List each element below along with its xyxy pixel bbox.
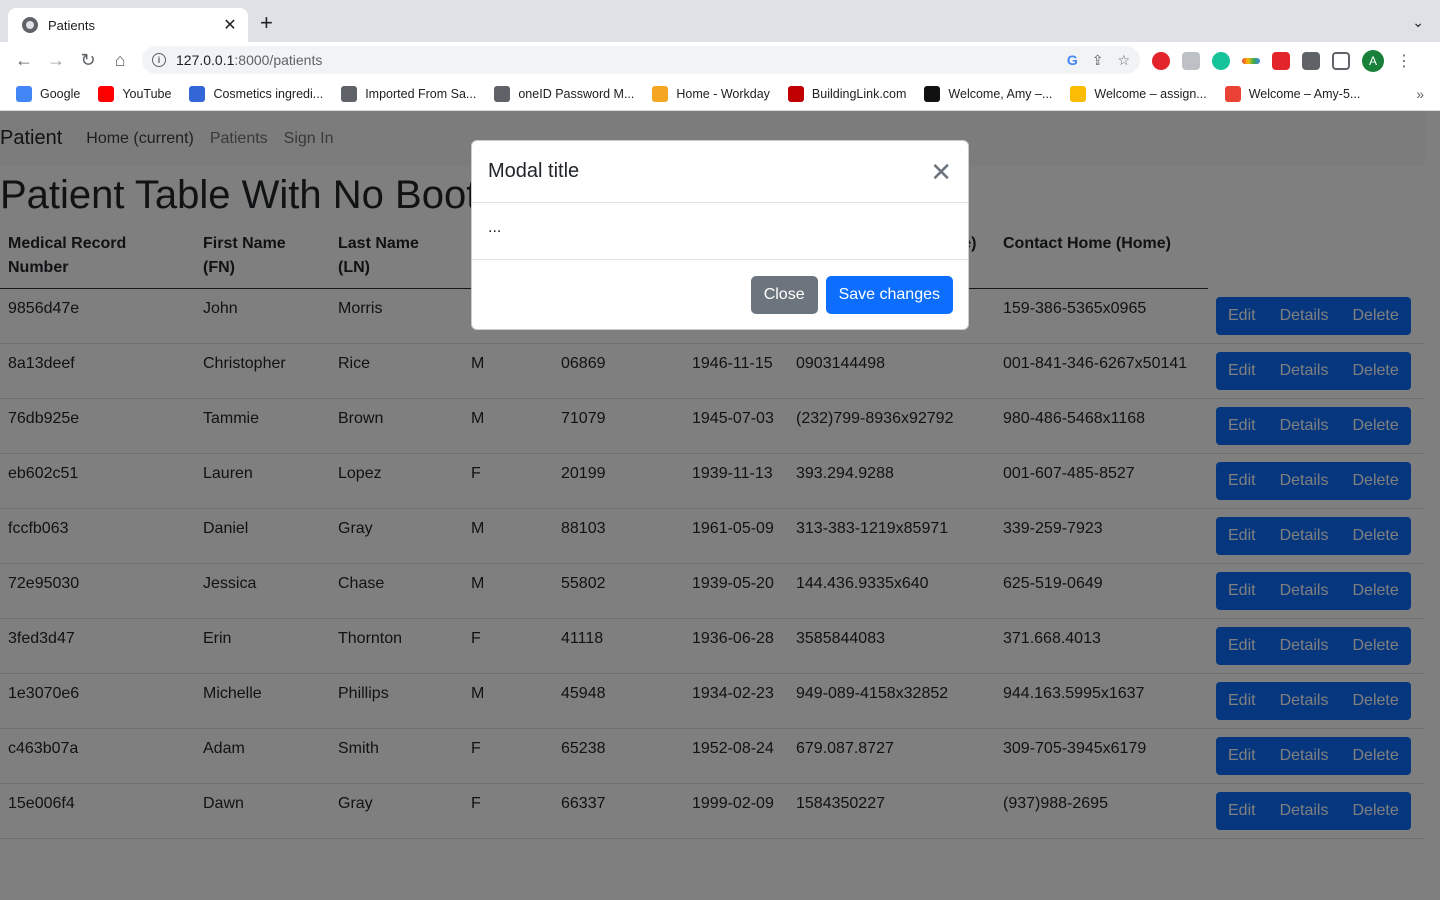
forward-icon[interactable]: → — [40, 44, 72, 76]
bookmark-favicon-icon — [16, 86, 32, 102]
bookmark-item[interactable]: Welcome – assign... — [1070, 86, 1207, 102]
bookmarks-bar: Google YouTube Cosmetics ingredi... Importe… — [0, 78, 1440, 111]
new-tab-button[interactable]: + — [260, 12, 273, 34]
side-panel-icon[interactable] — [1332, 52, 1350, 70]
bookmark-item[interactable]: Cosmetics ingredi... — [189, 86, 323, 102]
home-icon[interactable]: ⌂ — [104, 44, 136, 76]
bookmark-label: Welcome – Amy-5... — [1248, 87, 1361, 101]
share-icon[interactable]: ⇪ — [1092, 52, 1104, 69]
bookmark-label: Welcome – assign... — [1094, 87, 1207, 101]
bookmark-item[interactable]: Home - Workday — [652, 86, 770, 102]
browser-toolbar: ← → ↻ ⌂ i 127.0.0.1:8000/patients G ⇪ ☆ … — [0, 42, 1440, 78]
bookmark-item[interactable]: oneID Password M... — [494, 86, 634, 102]
extension-icon[interactable] — [1182, 52, 1200, 70]
save-changes-button[interactable]: Save changes — [825, 276, 953, 314]
bookmark-favicon-icon — [1224, 86, 1241, 102]
bookmark-favicon-icon — [98, 86, 115, 102]
bookmark-favicon-icon — [924, 86, 941, 102]
modal-dialog: Modal title ✕ ... Close Save changes — [471, 140, 969, 330]
bookmark-favicon-icon — [1070, 86, 1087, 102]
modal-header: Modal title ✕ — [472, 141, 968, 203]
video-extension-icon[interactable] — [1272, 52, 1290, 70]
menu-kebab-icon[interactable]: ⋮ — [1396, 51, 1412, 71]
bookmark-item[interactable]: Imported From Sa... — [341, 86, 476, 102]
back-icon[interactable]: ← — [8, 44, 40, 76]
site-info-icon[interactable]: i — [152, 53, 166, 67]
rainbow-extension-icon[interactable] — [1242, 58, 1260, 64]
opera-extension-icon[interactable] — [1152, 52, 1170, 70]
modal-body: ... — [472, 203, 968, 260]
close-icon[interactable]: ✕ — [930, 159, 952, 185]
browser-tab[interactable]: Patients ✕ — [8, 8, 248, 42]
grammarly-icon[interactable] — [1212, 52, 1230, 70]
bookmark-label: Welcome, Amy –... — [948, 87, 1053, 101]
bookmark-item[interactable]: BuildingLink.com — [787, 86, 907, 102]
puzzle-icon[interactable] — [1302, 52, 1320, 70]
tab-close-icon[interactable]: ✕ — [222, 15, 238, 35]
bookmark-item[interactable]: Welcome – Amy-5... — [1224, 86, 1361, 102]
bookmark-item[interactable]: Google — [16, 86, 80, 102]
url-host: 127.0.0.1 — [176, 52, 235, 68]
bookmark-star-icon[interactable]: ☆ — [1117, 52, 1130, 69]
bookmark-item[interactable]: Welcome, Amy –... — [924, 86, 1052, 102]
bookmark-item[interactable]: YouTube — [98, 86, 171, 102]
bookmark-favicon-icon — [189, 86, 206, 102]
bookmark-favicon-icon — [787, 86, 804, 102]
google-lens-icon[interactable]: G — [1067, 52, 1078, 69]
bookmark-label: Home - Workday — [676, 87, 770, 101]
reload-icon[interactable]: ↻ — [72, 44, 104, 76]
bookmark-label: YouTube — [122, 87, 172, 101]
modal-title: Modal title — [488, 160, 580, 182]
bookmark-favicon-icon — [652, 86, 669, 102]
bookmark-label: Cosmetics ingredi... — [213, 87, 324, 101]
bookmark-favicon-icon — [494, 86, 511, 102]
bookmark-label: Google — [40, 87, 81, 101]
close-button[interactable]: Close — [750, 276, 818, 314]
profile-avatar[interactable]: A — [1362, 50, 1384, 72]
modal-footer: Close Save changes — [472, 260, 968, 330]
bookmark-label: oneID Password M... — [518, 87, 635, 101]
bookmark-label: BuildingLink.com — [811, 87, 907, 101]
tab-title: Patients — [48, 17, 95, 33]
url-path: :8000/patients — [234, 52, 323, 68]
address-bar[interactable]: i 127.0.0.1:8000/patients G ⇪ ☆ — [142, 46, 1140, 74]
bookmark-favicon-icon — [341, 86, 358, 102]
more-bookmarks-icon[interactable]: » — [1416, 86, 1424, 102]
bookmark-label: Imported From Sa... — [365, 87, 477, 101]
tab-strip: Patients ✕ + ⌄ — [0, 0, 1440, 42]
globe-icon — [22, 17, 38, 33]
tab-search-chevron-icon[interactable]: ⌄ — [1412, 14, 1424, 31]
